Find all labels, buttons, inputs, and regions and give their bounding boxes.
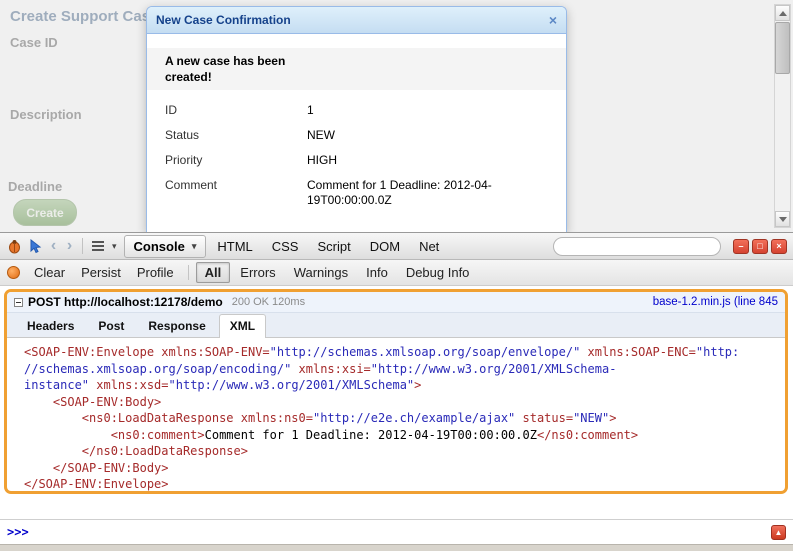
page-scrollbar[interactable] [774,4,791,228]
dialog-message-band: A new case has been created! [147,48,566,90]
tab-headers[interactable]: Headers [16,314,85,337]
console-filter-toolbar: Clear Persist Profile All Errors Warning… [0,260,793,286]
persist-button[interactable]: Persist [74,263,128,282]
profile-button[interactable]: Profile [130,263,181,282]
command-line[interactable]: >>> ▲ [0,519,793,544]
clear-button[interactable]: Clear [27,263,72,282]
inspect-element-icon[interactable] [26,237,44,255]
browser-page: Create Support Case Case ID Description … [0,0,793,232]
scroll-down-button[interactable] [775,211,790,227]
firebug-menu-icon[interactable] [89,237,107,255]
tab-post[interactable]: Post [87,314,135,337]
dialog-body: A new case has been created! ID 1 Status… [147,34,566,213]
firebug-main-toolbar: ‹ › ▾ Console ▾ HTML CSS Script DOM Net … [0,233,793,260]
request-detail-tabs: Headers Post Response XML [7,313,785,338]
xml-line: <ns0:comment>Comment for 1 Deadline: 201… [24,427,781,444]
new-case-dialog: New Case Confirmation × A new case has b… [146,6,567,232]
dialog-row-value: 1 [307,103,517,118]
menu-caret-icon[interactable]: ▾ [112,241,117,252]
app-window: Create Support Case Case ID Description … [0,0,793,551]
filter-errors[interactable]: Errors [232,263,283,282]
tab-css[interactable]: CSS [264,236,307,257]
scroll-up-button[interactable] [775,5,790,21]
arrow-down-icon [779,217,787,222]
dialog-row-priority: Priority HIGH [147,148,566,173]
tab-html[interactable]: HTML [209,236,260,257]
xml-line: </SOAP-ENV:Envelope> [24,476,781,493]
close-firebug-icon[interactable]: × [771,239,787,254]
xml-line: <SOAP-ENV:Envelope xmlns:SOAP-ENV="http:… [24,344,781,361]
filter-all[interactable]: All [196,262,231,283]
filterbar-separator [188,265,189,280]
network-request-entry: POST http://localhost:12178/demo 200 OK … [4,289,788,494]
xml-line: </SOAP-ENV:Body> [24,460,781,477]
command-input[interactable] [35,525,765,539]
dialog-row-label: Status [165,128,307,143]
filter-warnings[interactable]: Warnings [286,263,356,282]
request-status: 200 OK 120ms [232,296,305,308]
xml-line: <SOAP-ENV:Body> [24,394,781,411]
console-log-area: POST http://localhost:12178/demo 200 OK … [0,286,793,519]
xml-view: <SOAP-ENV:Envelope xmlns:SOAP-ENV="http:… [7,338,785,493]
tab-response[interactable]: Response [137,314,216,337]
xml-line: </ns0:LoadDataResponse> [24,443,781,460]
forward-icon[interactable]: › [63,237,76,255]
xml-line: instance" xmlns:xsd="http://www.w3.org/2… [24,377,781,394]
tab-console-label: Console [134,239,185,254]
toolbar-separator [82,238,83,254]
dialog-row-status: Status NEW [147,123,566,148]
console-search[interactable] [553,237,721,256]
dialog-row-label: Comment [165,178,307,208]
dialog-header: New Case Confirmation × [147,7,566,34]
collapse-toggle-icon[interactable] [14,298,23,307]
filter-info[interactable]: Info [358,263,396,282]
xml-line: //schemas.xmlsoap.org/soap/encoding/" xm… [24,361,781,378]
firebug-bug-icon[interactable] [5,237,23,255]
console-search-input[interactable] [565,239,720,253]
tab-xml[interactable]: XML [219,314,266,338]
dialog-close-icon[interactable]: × [549,13,557,27]
dialog-row-label: ID [165,103,307,118]
console-dropdown-caret-icon: ▾ [192,241,197,252]
window-bottom-strip [0,544,793,551]
tab-console[interactable]: Console ▾ [124,235,207,258]
firebug-panel: ‹ › ▾ Console ▾ HTML CSS Script DOM Net … [0,232,793,551]
dialog-row-value: Comment for 1 Deadline: 2012-04-19T00:00… [307,178,517,208]
tab-net[interactable]: Net [411,236,447,257]
back-icon[interactable]: ‹ [47,237,60,255]
scrollbar-thumb[interactable] [775,22,790,74]
request-header-row[interactable]: POST http://localhost:12178/demo 200 OK … [7,292,785,313]
detach-firebug-icon[interactable]: □ [752,239,768,254]
dialog-message: A new case has been created! [165,53,325,85]
command-prompt: >>> [7,525,29,539]
request-method-url: POST http://localhost:12178/demo [28,295,223,309]
command-editor-toggle-icon[interactable]: ▲ [771,525,786,540]
request-source-link[interactable]: base-1.2.min.js (line 845 [653,296,778,308]
dialog-row-value: NEW [307,128,517,143]
tab-dom[interactable]: DOM [362,236,408,257]
xml-line: <ns0:LoadDataResponse xmlns:ns0="http://… [24,410,781,427]
dialog-row-label: Priority [165,153,307,168]
minimize-firebug-icon[interactable]: – [733,239,749,254]
filter-debug-info[interactable]: Debug Info [398,263,478,282]
dialog-row-id: ID 1 [147,98,566,123]
break-on-errors-icon[interactable] [7,266,20,279]
dialog-row-comment: Comment Comment for 1 Deadline: 2012-04-… [147,173,566,213]
arrow-up-icon [779,11,787,16]
tab-script[interactable]: Script [309,236,358,257]
window-controls: – □ × [733,239,787,254]
dialog-row-value: HIGH [307,153,517,168]
dialog-title: New Case Confirmation [156,13,291,27]
